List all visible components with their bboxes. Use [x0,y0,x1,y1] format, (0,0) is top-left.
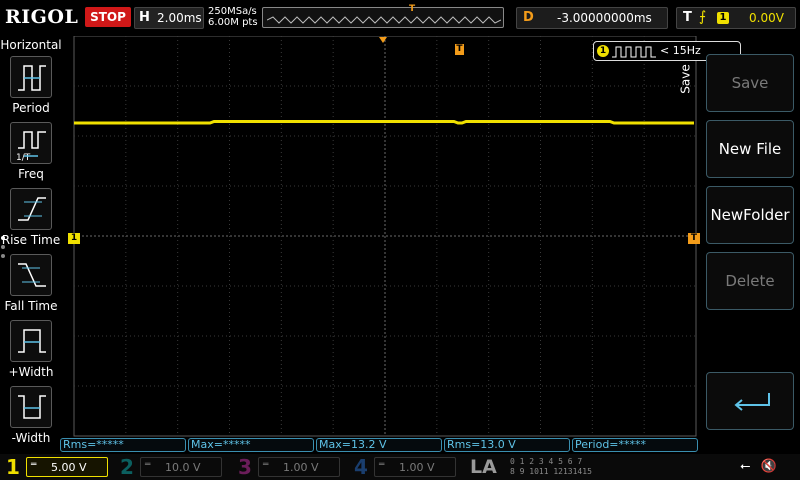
measure-fall-time-label: Fall Time [4,299,58,313]
save-menu-title: Save [678,64,693,94]
delay-label: D [523,10,534,25]
fall-time-icon [10,254,52,296]
status-icons: ⭠ 🔇 [740,459,783,474]
timebase-value: 2.00ms [157,11,202,25]
logic-analyzer-status[interactable]: LA 0 1 2 3 4 5 6 7 8 9 1011 12131415 [466,454,606,480]
memory-depth: 6.00M pts [208,17,258,28]
trigger-source-badge: 1 [717,12,729,24]
waveform-display[interactable]: 1 < 15Hz [62,36,741,438]
usb-icon: ⭠ [740,459,751,474]
trigger-position-arrow [379,37,387,43]
square-wave-icon [612,46,656,58]
ch1-waveform-trace [74,120,694,125]
rise-time-icon [10,188,52,230]
rising-edge-icon: ⨍ [699,9,707,25]
channel-2-scale-box: ═ 10.0 V [140,457,222,477]
measure-rise-time-label: Rise Time [1,233,61,247]
channel-1-scale-box: ═ 5.00 V [26,457,108,477]
panel-title: Horizontal [0,38,62,52]
la-channels-high: 8 9 1011 12131415 [510,467,592,476]
channel-2-number: 2 [120,455,134,479]
horizontal-measure-panel: Horizontal Period 1/T Freq Rise Time Fal… [0,36,62,456]
delete-button[interactable]: Delete [706,252,794,310]
channel-4-number: 4 [354,455,368,479]
measure-negative-width-item[interactable]: -Width [0,386,62,450]
save-button[interactable]: Save [706,54,794,112]
measurement-result-3[interactable]: Max=13.2 V [316,438,442,452]
new-folder-button[interactable]: NewFolder [706,186,794,244]
channel-3-scale: 1.00 V [283,461,319,474]
trigger-level-value: 0.00V [749,11,784,25]
la-channels-low: 0 1 2 3 4 5 6 7 [510,457,583,466]
top-status-bar: RIGOL STOP H 2.00ms 250MSa/s 6.00M pts T… [0,0,800,36]
channel-4-scale: 1.00 V [399,461,435,474]
measurement-results-bar: Rms=***** Max=***** Max=13.2 V Rms=13.0 … [60,438,700,453]
timebase-box[interactable]: H 2.00ms [134,7,204,29]
measure-positive-width-item[interactable]: +Width [0,320,62,384]
channel-3-number: 3 [238,455,252,479]
channel-status-bar: 1 ═ 5.00 V 2 ═ 10.0 V 3 ═ 1.00 V 4 ═ 1.0… [0,454,800,480]
measurement-result-5[interactable]: Period=***** [572,438,698,452]
new-file-button[interactable]: New File [706,120,794,178]
measure-period-label: Period [12,101,50,115]
ch1-ground-marker[interactable]: 1 [68,233,80,244]
channel-3-scale-box: ═ 1.00 V [258,457,340,477]
acquisition-info: 250MSa/s 6.00M pts [208,6,258,28]
channel-2-scale: 10.0 V [165,461,201,474]
trigger-label: T [683,10,692,25]
memory-trigger-marker: T [409,4,416,14]
dc-coupling-icon: ═ [263,460,269,470]
positive-width-icon [10,320,52,362]
run-stop-indicator[interactable]: STOP [85,7,131,27]
measure-freq-item[interactable]: 1/T Freq [0,122,62,186]
svg-text:1/T: 1/T [16,153,31,162]
dc-coupling-icon: ═ [31,460,37,470]
channel-1-scale: 5.00 V [51,461,87,474]
measurement-result-4[interactable]: Rms=13.0 V [444,438,570,452]
memory-waveform-thumbnail [267,16,501,24]
logic-analyzer-label: LA [470,456,497,478]
enter-button[interactable] [706,372,794,430]
negative-width-icon [10,386,52,428]
period-icon [10,56,52,98]
measure-period-item[interactable]: Period [0,56,62,120]
dc-coupling-icon: ═ [379,460,385,470]
speaker-muted-icon[interactable]: 🔇 [761,459,777,474]
measure-negative-width-label: -Width [11,431,51,445]
channel-badge: 1 [597,45,609,57]
measure-positive-width-label: +Width [8,365,54,379]
measurement-result-1[interactable]: Rms=***** [60,438,186,452]
waveform-grid [73,36,697,437]
trigger-box[interactable]: T ⨍ 1 0.00V [676,7,796,29]
trigger-level-marker[interactable]: T [688,233,700,244]
measure-rise-time-item[interactable]: Rise Time [0,188,62,252]
channel-4-scale-box: ═ 1.00 V [374,457,456,477]
measure-fall-time-item[interactable]: Fall Time [0,254,62,318]
save-menu-tab[interactable]: Save [679,56,701,106]
channel-1-number: 1 [6,455,20,479]
sample-rate: 250MSa/s [208,6,257,17]
memory-overview-strip[interactable]: T [262,4,504,28]
measurement-result-2[interactable]: Max=***** [188,438,314,452]
horizontal-label: H [139,10,150,25]
logic-analyzer-channels: 0 1 2 3 4 5 6 7 8 9 1011 12131415 [510,457,592,477]
trigger-position-marker[interactable]: T [455,44,464,55]
delay-value: -3.00000000ms [557,11,652,25]
dc-coupling-icon: ═ [145,460,151,470]
brand-logo: RIGOL [5,6,79,28]
enter-arrow-icon [734,393,770,411]
page-dots [1,236,6,263]
freq-icon: 1/T [10,122,52,164]
delay-box[interactable]: D -3.00000000ms [516,7,668,29]
measure-freq-label: Freq [18,167,44,181]
